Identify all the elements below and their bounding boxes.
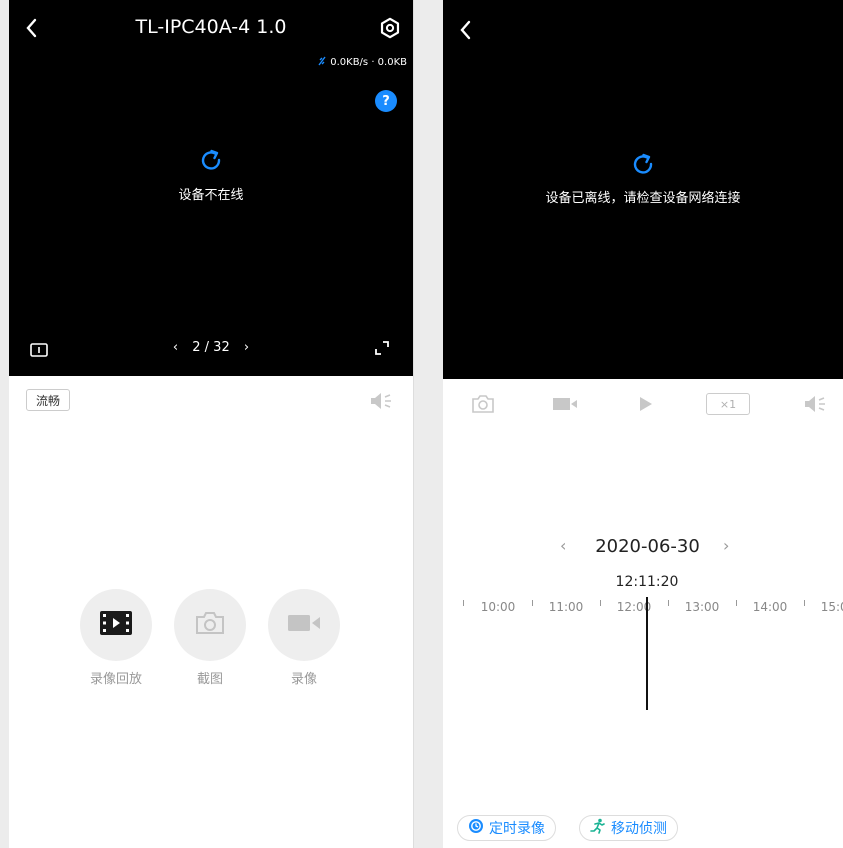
next-camera-icon[interactable]: › (244, 340, 249, 355)
film-icon (99, 610, 133, 640)
tick-minor (600, 600, 601, 606)
live-video-area[interactable]: TL-IPC40A-4 1.0 0.0KB/s · 0.0KB ? 设备不在线 … (9, 0, 413, 376)
record-label: 录像 (290, 672, 317, 687)
tick-label: 14:00 (752, 600, 788, 614)
tick-label: 10:00 (480, 600, 516, 614)
tick-minor (804, 600, 805, 606)
live-view-panel: TL-IPC40A-4 1.0 0.0KB/s · 0.0KB ? 设备不在线 … (9, 0, 414, 848)
tick-label: 13:00 (684, 600, 720, 614)
network-speed-icon (317, 56, 327, 69)
gear-icon[interactable] (378, 16, 402, 40)
tick-minor (736, 600, 737, 606)
offline-message: 设备不在线 (178, 188, 244, 203)
tick-minor (463, 600, 464, 606)
prev-date-icon[interactable]: ‹ (560, 536, 566, 555)
quality-button[interactable]: 流畅 (26, 389, 70, 411)
clock-record-icon (468, 818, 484, 838)
running-person-icon (590, 818, 606, 838)
tick-label: 15:00 (820, 600, 843, 614)
page-title: TL-IPC40A-4 1.0 (135, 16, 287, 38)
camera-icon[interactable] (471, 394, 495, 414)
refresh-icon[interactable] (9, 146, 413, 176)
prev-camera-icon[interactable]: ‹ (173, 340, 178, 355)
motion-detection-legend: 移动侦测 (579, 815, 678, 841)
pager-text: 2 / 32 (192, 340, 230, 355)
video-camera-icon[interactable] (551, 395, 579, 413)
tick-minor (668, 600, 669, 606)
playback-panel: 设备已离线，请检查设备网络连接 ×1 ‹ 2020-06-30 › 12:11:… (443, 0, 843, 848)
record-button[interactable] (268, 589, 340, 661)
fullscreen-icon[interactable] (373, 339, 391, 357)
tick-minor (532, 600, 533, 606)
tick-label: 11:00 (548, 600, 584, 614)
timeline-cursor[interactable] (646, 597, 648, 710)
camera-pager: ‹ 2 / 32 › (9, 340, 413, 355)
playback-button[interactable] (80, 589, 152, 661)
current-time: 12:11:20 (615, 574, 679, 590)
back-arrow-icon[interactable] (455, 18, 475, 42)
date-label[interactable]: 2020-06-30 (595, 536, 700, 557)
playback-video-area[interactable]: 设备已离线，请检查设备网络连接 (443, 0, 843, 379)
legend-label: 定时录像 (489, 821, 545, 837)
video-camera-icon (287, 613, 321, 637)
screenshot-button[interactable] (174, 589, 246, 661)
play-icon[interactable] (637, 395, 655, 413)
tick-label-partial: ) (443, 600, 444, 614)
help-icon[interactable]: ? (375, 90, 397, 112)
screenshot-label: 截图 (196, 672, 223, 687)
speaker-muted-icon[interactable] (803, 393, 827, 415)
legend-label: 移动侦测 (611, 821, 667, 837)
playback-label: 录像回放 (89, 672, 142, 687)
offline-message: 设备已离线，请检查设备网络连接 (545, 191, 741, 206)
refresh-icon[interactable] (443, 150, 843, 180)
speed-button[interactable]: ×1 (706, 393, 750, 415)
network-speed: 0.0KB/s · 0.0KB (317, 56, 407, 69)
camera-icon (195, 611, 225, 639)
scheduled-recording-legend: 定时录像 (457, 815, 556, 841)
next-date-icon[interactable]: › (723, 536, 729, 555)
speaker-muted-icon[interactable] (369, 390, 393, 412)
network-speed-text: 0.0KB/s · 0.0KB (330, 57, 407, 68)
